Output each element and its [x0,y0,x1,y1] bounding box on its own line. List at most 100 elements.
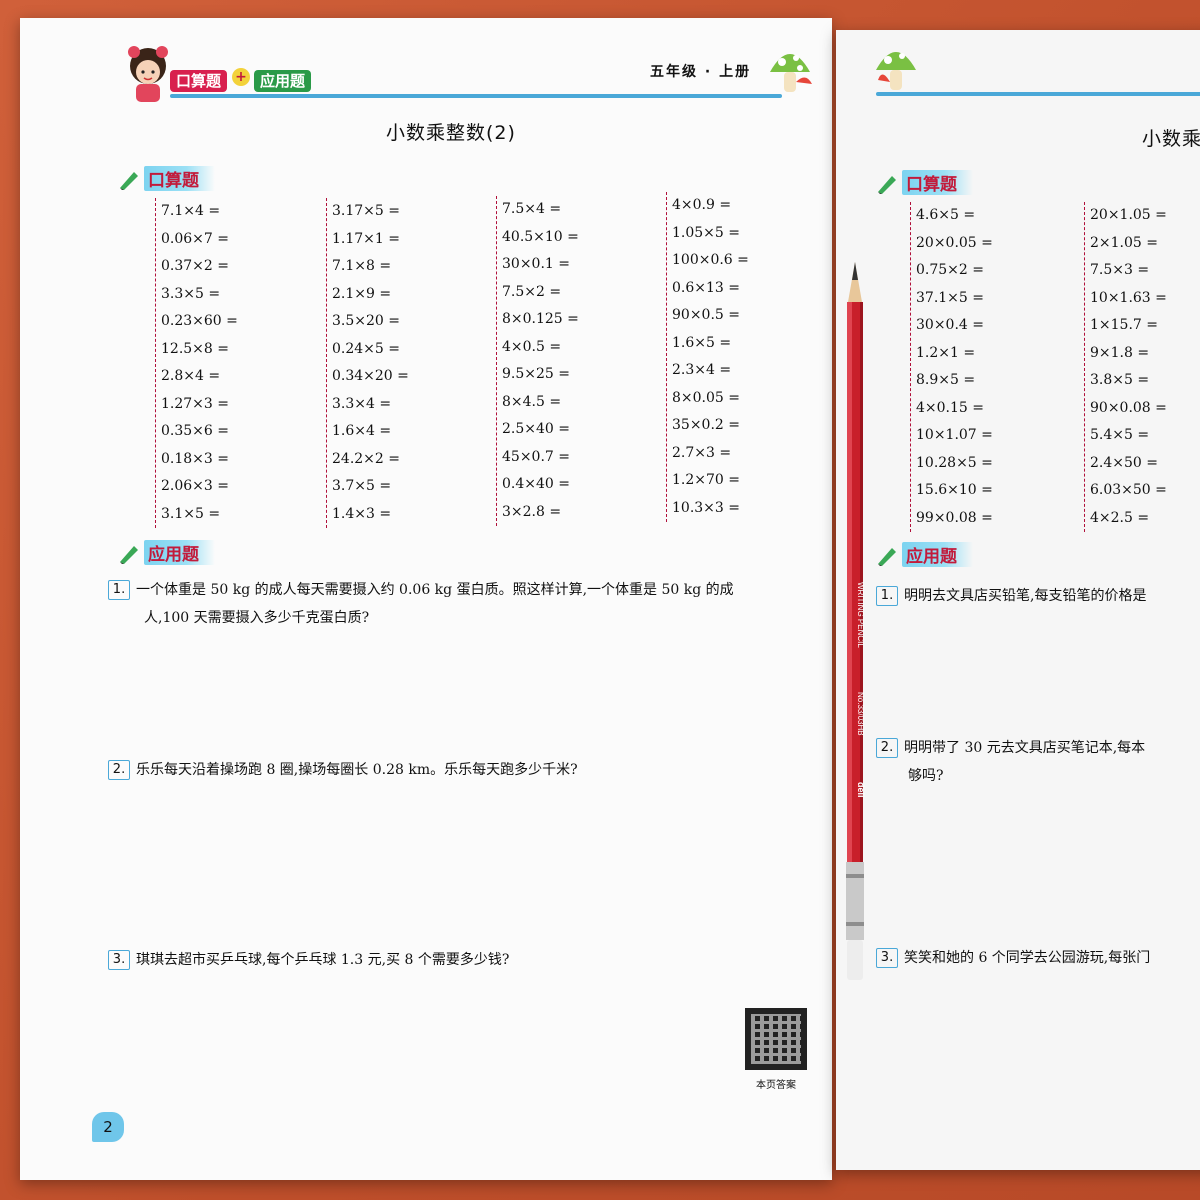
calc-item: 1.6×5 = [672,334,732,351]
section-calc-label: 口算题 [144,166,215,191]
calc-item: 99×0.08 = [916,509,993,526]
calc-column-1: 7.1×4 = 0.06×7 = 0.37×2 = 3.3×5 = 0.23×6… [155,198,238,528]
calc-item: 5.4×5 = [1090,427,1150,443]
question-3: 3. 琪琪去超市买乒乓球,每个乒乓球 1.3 元,买 8 个需要多少钱? [108,946,808,974]
calc-item: 0.23×60 = [161,313,238,329]
header-rule [170,94,782,98]
calc-item: 2.8×4 = [161,368,221,384]
calc-item: 0.37×2 = [161,258,229,274]
calc-item: 3.7×5 = [332,478,392,494]
calc-item: 10.28×5 = [916,454,993,471]
answer-qr-code[interactable] [745,1008,807,1070]
question-number: 3. [876,948,898,968]
calc-item: 0.18×3 = [161,450,229,467]
pencil-section-icon [120,171,138,190]
pencil-brand-text: WRITING PENCIL [856,582,865,648]
section-app-label: 应用题 [144,540,215,565]
calc-item: 100×0.6 = [672,252,749,268]
calc-item: 1.2×70 = [672,472,740,488]
calc-item: 35×0.2 = [672,417,740,433]
calc-item: 2.06×3 = [161,478,229,494]
calc-item: 40.5×10 = [502,228,579,245]
calc-item: 12.5×8 = [161,340,229,357]
calc-item: 7.5×4 = [502,201,562,217]
calc-item: 20×0.05 = [916,234,993,251]
section-calc-heading: 口算题 [876,170,973,195]
calc-item: 45×0.7 = [502,448,570,465]
header-badge-app: 应用题 [254,70,312,92]
qr-caption: 本页答案 [756,1080,796,1091]
pencil-object: WRITING PENCIL No.33/03HB deli [846,262,866,980]
calc-column-2: 3.17×5 = 1.17×1 = 7.1×8 = 2.1×9 = 3.5×20… [326,198,409,528]
girl-mascot-icon [128,46,168,102]
calc-item: 1.2×1 = [916,344,976,361]
section-calc-heading: 口算题 [118,166,215,191]
question-1: 1. 一个体重是 50 kg 的成人每天需要摄入约 0.06 kg 蛋白质。照这样… [108,576,808,632]
question-text: 笑笑和她的 6 个同学去公园游玩,每张门 [904,950,1151,966]
calc-item: 2.7×3 = [672,444,732,461]
question-1: 1. 明明去文具店买铅笔,每支铅笔的价格是 [876,582,1200,610]
question-text-cont: 人,100 天需要摄入多少千克蛋白质? [144,610,370,626]
question-3: 3. 笑笑和她的 6 个同学去公园游玩,每张门 [876,944,1200,972]
calc-item: 2.4×50 = [1090,454,1158,471]
calc-item: 10.3×3 = [672,499,740,516]
page-title: 小数乘 [1142,128,1200,150]
question-text: 明明去文具店买铅笔,每支铅笔的价格是 [904,588,1147,604]
grade-label: 五年级 · 上册 [650,64,752,80]
question-2: 2. 乐乐每天沿着操场跑 8 圈,操场每圈长 0.28 km。乐乐每天跑多少千米? [108,756,808,784]
pencil-section-icon [120,545,138,564]
page-number: 2 [92,1112,124,1142]
calc-item: 9×1.8 = [1090,344,1150,361]
calc-item: 8×0.05 = [672,389,740,406]
header-badge-calc: 口算题 [170,70,228,92]
calc-item: 30×0.1 = [502,256,570,272]
calc-item: 3.3×4 = [332,395,392,412]
pencil-section-icon [878,175,896,194]
calc-item: 90×0.08 = [1090,399,1167,416]
calc-item: 2.3×4 = [672,362,732,378]
calc-item: 37.1×5 = [916,289,984,306]
calc-item: 30×0.4 = [916,317,984,333]
header-rule [876,92,1200,96]
mushroom-icon [770,54,812,92]
calc-item: 1.05×5 = [672,224,740,241]
calc-item: 20×1.05 = [1090,207,1167,223]
question-text: 明明带了 30 元去文具店买笔记本,每本 [904,740,1146,756]
calc-item: 3.8×5 = [1090,372,1150,388]
question-number: 2. [876,738,898,758]
calc-item: 1.27×3 = [161,395,229,412]
calc-item: 10×1.07 = [916,427,993,443]
calc-column-3: 7.5×4 = 40.5×10 = 30×0.1 = 7.5×2 = 8×0.1… [496,196,579,526]
calc-item: 0.6×13 = [672,279,740,296]
calc-item: 24.2×2 = [332,450,400,467]
calc-item: 0.06×7 = [161,230,229,247]
section-app-label: 应用题 [902,542,973,567]
calc-item: 7.5×2 = [502,283,562,300]
calc-item: 7.1×8 = [332,258,392,274]
question-number: 1. [876,586,898,606]
pencil-model-text: No.33/03HB [856,692,865,736]
calc-item: 2.5×40 = [502,421,570,437]
calc-item: 9.5×25 = [502,366,570,382]
calc-item: 8.9×5 = [916,372,976,388]
question-number: 2. [108,760,130,780]
calc-item: 3.3×5 = [161,285,221,302]
question-2: 2. 明明带了 30 元去文具店买笔记本,每本 够吗? [876,734,1200,790]
calc-item: 3.1×5 = [161,505,221,522]
calc-item: 2.1×9 = [332,285,392,302]
calc-column-4: 4×0.9 = 1.05×5 = 100×0.6 = 0.6×13 = 90×0… [666,192,749,522]
calc-item: 4×0.15 = [916,399,984,416]
calc-item: 4×2.5 = [1090,509,1150,526]
section-calc-label: 口算题 [902,170,973,195]
pencil-section-icon [878,547,896,566]
calc-item: 0.4×40 = [502,476,570,492]
question-number: 3. [108,950,130,970]
question-text-cont: 够吗? [908,768,944,784]
calc-item: 1.4×3 = [332,505,392,522]
calc-column-2: 20×1.05 = 2×1.05 = 7.5×3 = 10×1.63 = 1×1… [1084,202,1167,532]
calc-item: 2×1.05 = [1090,234,1158,251]
pencil-logo: deli [856,782,866,798]
calc-item: 4×0.9 = [672,197,732,213]
calc-item: 0.35×6 = [161,423,229,439]
calc-item: 1.17×1 = [332,230,400,247]
